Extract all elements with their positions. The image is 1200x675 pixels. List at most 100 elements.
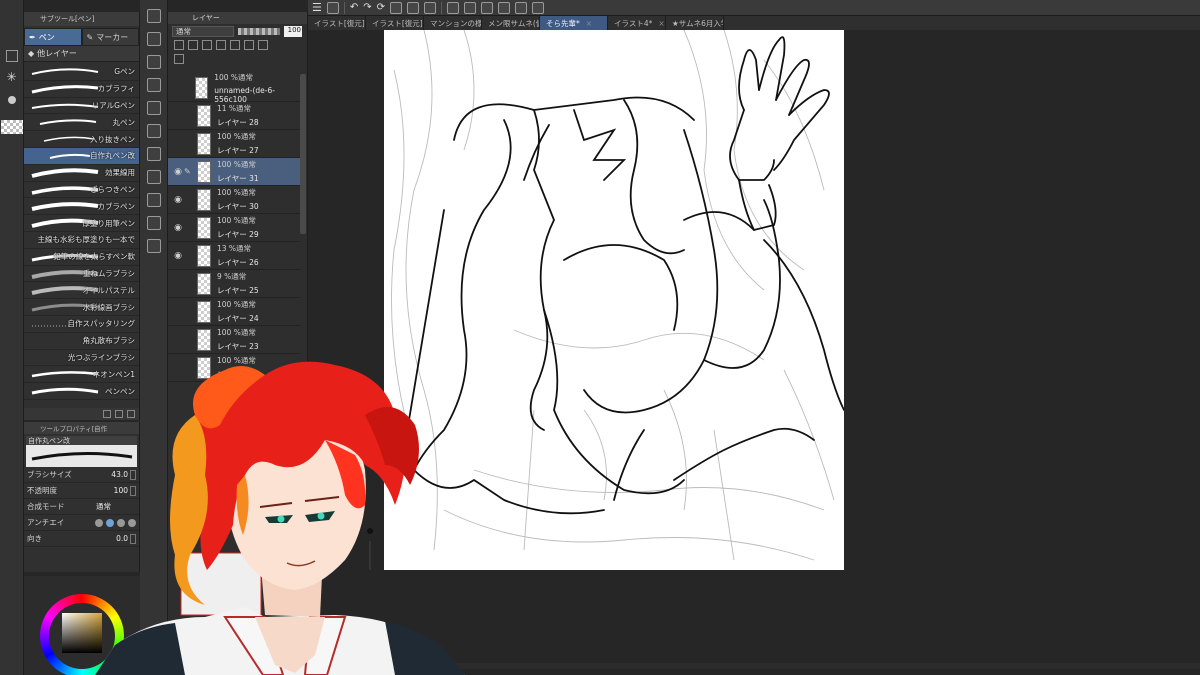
visibility-eye-icon[interactable] bbox=[172, 138, 184, 150]
invert-selection-icon[interactable] bbox=[481, 1, 494, 14]
layer-list: 100 %通常 unnamed-(de-6-556c100 11 %通常 レイヤー 2… bbox=[168, 73, 300, 382]
material-icon[interactable] bbox=[146, 124, 161, 138]
visibility-eye-icon[interactable] bbox=[172, 306, 184, 318]
snap-ruler-icon[interactable] bbox=[532, 1, 545, 14]
brush-item[interactable]: カブラペン bbox=[24, 198, 139, 216]
save-icon[interactable] bbox=[326, 1, 339, 14]
mask-enable-icon[interactable] bbox=[244, 40, 254, 50]
redo-icon[interactable]: ↷ bbox=[363, 2, 371, 13]
fill-icon[interactable] bbox=[407, 1, 420, 14]
visibility-eye-icon[interactable]: ◉ bbox=[172, 250, 184, 262]
transform-icon[interactable] bbox=[424, 1, 437, 14]
brush-item[interactable]: 丸ペン bbox=[24, 114, 139, 132]
transparent-color-swatch[interactable] bbox=[0, 120, 23, 134]
history-icon[interactable] bbox=[146, 193, 161, 207]
doc-tab[interactable]: ★サムネ6月入学× bbox=[666, 16, 724, 30]
close-tab-icon[interactable]: × bbox=[658, 19, 664, 28]
layer-opacity-mode: 100 %通常 bbox=[217, 132, 256, 141]
layer-row[interactable]: 100 %通常 レイヤー 27 bbox=[168, 130, 300, 158]
subtool-header-label: サブツール[ペン] bbox=[40, 15, 95, 23]
clip-layer-icon[interactable] bbox=[174, 40, 184, 50]
layer-row[interactable]: ◉ 100 %通常 レイヤー 30 bbox=[168, 186, 300, 214]
layer-text: 100 %通常 レイヤー 29 bbox=[217, 215, 259, 240]
crop-icon[interactable] bbox=[498, 1, 511, 14]
layer-row[interactable]: 11 %通常 レイヤー 28 bbox=[168, 102, 300, 130]
camera-icon[interactable] bbox=[146, 147, 161, 161]
search-layer-icon[interactable] bbox=[146, 239, 161, 253]
doc-tab[interactable]: メン限サムネ(仮)× bbox=[482, 16, 540, 30]
layer-row[interactable]: 9 %通常 レイヤー 25 bbox=[168, 270, 300, 298]
brush-item[interactable]: 入り抜きペン bbox=[24, 131, 139, 148]
brush-item[interactable]: 厚塗り用筆ペン bbox=[24, 215, 139, 232]
brush-item[interactable]: 角丸散布ブラシ bbox=[24, 333, 139, 350]
brush-dot-icon[interactable] bbox=[7, 96, 16, 104]
color-saturation-square[interactable] bbox=[62, 613, 102, 653]
layer-row[interactable]: 100 %通常 unnamed-(de-6-556c100 bbox=[168, 73, 300, 104]
brush-item[interactable]: 効果線用 bbox=[24, 165, 139, 182]
subgroup-label: 他レイヤー bbox=[37, 49, 77, 58]
layer-row[interactable]: ◉ ✎ 100 %通常 レイヤー 31 bbox=[168, 158, 300, 186]
layer-thumbnail bbox=[197, 244, 211, 267]
lock-alpha-icon[interactable] bbox=[230, 40, 240, 50]
visibility-eye-icon[interactable] bbox=[172, 110, 184, 122]
info-icon[interactable] bbox=[146, 101, 161, 115]
navigator-icon[interactable] bbox=[146, 55, 161, 69]
brush-item[interactable]: 重ねムラブラシ bbox=[24, 266, 139, 283]
brush-item[interactable]: 水彩線画ブラシ bbox=[24, 299, 139, 316]
snap-icon[interactable] bbox=[515, 1, 528, 14]
brush-item[interactable]: 主線も水彩も厚塗りも一本で bbox=[24, 232, 139, 249]
layer-opacity-slider[interactable] bbox=[238, 27, 280, 35]
auto-action-icon[interactable] bbox=[146, 216, 161, 230]
layer-row[interactable]: 100 %通常 レイヤー 23 bbox=[168, 326, 300, 354]
brush-item[interactable]: オイルパステル bbox=[24, 282, 139, 300]
tab-marker[interactable]: ✎ マーカー bbox=[81, 28, 139, 46]
layer-row[interactable]: ◉ 100 %通常 レイヤー 29 bbox=[168, 214, 300, 242]
tool-icon[interactable] bbox=[5, 50, 18, 62]
sub-view-icon[interactable] bbox=[146, 78, 161, 92]
layer-name: レイヤー 28 bbox=[217, 118, 259, 127]
menu-icon[interactable]: ☰ bbox=[312, 1, 322, 14]
brush-item[interactable]: 鉛筆の線を太らすペン軟 bbox=[24, 249, 139, 266]
layer-color-icon[interactable] bbox=[174, 54, 184, 64]
brush-item-selected[interactable]: 自作丸ペン改 bbox=[24, 147, 139, 165]
close-tab-icon[interactable]: × bbox=[586, 19, 592, 28]
layer-opacity-value[interactable]: 100 bbox=[284, 25, 302, 37]
visibility-eye-icon[interactable]: ◉ bbox=[172, 194, 184, 206]
layer-stack-icon[interactable] bbox=[146, 32, 161, 46]
visibility-eye-icon[interactable] bbox=[172, 334, 184, 346]
brush-item[interactable]: ざらつきペン bbox=[24, 182, 139, 199]
draft-layer-icon[interactable] bbox=[202, 40, 212, 50]
visibility-eye-icon[interactable] bbox=[172, 82, 183, 94]
layer-row[interactable]: 100 %通常 レイヤー 24 bbox=[168, 298, 300, 326]
doc-tab[interactable]: イラスト[復元]× bbox=[366, 16, 424, 30]
visibility-eye-icon[interactable]: ◉ bbox=[172, 222, 184, 234]
brush-item[interactable]: Gペン bbox=[24, 64, 139, 81]
animation-icon[interactable] bbox=[146, 170, 161, 184]
clear-icon[interactable] bbox=[390, 1, 403, 14]
brush-item[interactable]: カブラフィ bbox=[24, 81, 139, 98]
layer-blend-mode-select[interactable]: 通常 bbox=[172, 25, 234, 37]
doc-tab[interactable]: そら先輩* × bbox=[540, 16, 608, 30]
visibility-eye-icon[interactable]: ◉ bbox=[172, 166, 184, 178]
tab-pen[interactable]: ✒ ペン bbox=[24, 28, 82, 46]
doc-tab[interactable]: イラスト[復元]× bbox=[308, 16, 366, 30]
doc-tab[interactable]: マンションの様な× bbox=[424, 16, 482, 30]
loading-icon[interactable]: ⟳ bbox=[377, 2, 385, 13]
brush-item[interactable]: 自作スパッタリング bbox=[24, 316, 139, 333]
deselect-icon[interactable] bbox=[464, 1, 477, 14]
lock-layer-icon[interactable] bbox=[216, 40, 226, 50]
selection-icon[interactable] bbox=[447, 1, 460, 14]
undo-icon[interactable]: ↶ bbox=[350, 2, 358, 13]
ruler-icon[interactable] bbox=[258, 40, 268, 50]
doc-tab[interactable]: イラスト4* × bbox=[608, 16, 666, 30]
sparkle-icon[interactable]: ✳ bbox=[0, 70, 23, 84]
layer-scrollbar[interactable] bbox=[300, 74, 306, 234]
reference-layer-icon[interactable] bbox=[188, 40, 198, 50]
layer-row[interactable]: ◉ 13 %通常 レイヤー 26 bbox=[168, 242, 300, 270]
brush-label: カブラペン bbox=[97, 201, 136, 211]
brush-item[interactable]: リアルGペン bbox=[24, 98, 139, 115]
layer-property-icon[interactable] bbox=[146, 9, 161, 23]
subgroup-other-layer[interactable]: ◆ 他レイヤー bbox=[24, 46, 139, 62]
layer-text: 100 %通常 レイヤー 27 bbox=[217, 131, 259, 156]
visibility-eye-icon[interactable] bbox=[172, 278, 184, 290]
